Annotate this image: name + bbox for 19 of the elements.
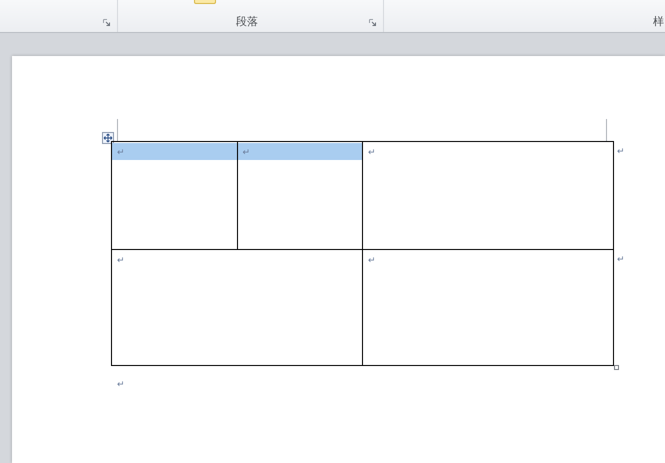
row-end-mark: ↵ xyxy=(617,146,625,156)
paragraph-mark: ↵ xyxy=(117,379,125,389)
table-cell[interactable]: ↵ xyxy=(112,250,362,366)
column-marker[interactable] xyxy=(606,119,607,141)
table-resize-handle-icon[interactable] xyxy=(614,365,619,370)
paragraph-mark: ↵ xyxy=(368,146,376,156)
paragraph-mark: ↵ xyxy=(117,254,125,264)
table-move-handle-icon[interactable] xyxy=(102,132,114,144)
dialog-launcher-icon[interactable] xyxy=(103,19,110,26)
row-end-mark: ↵ xyxy=(617,254,625,264)
group-label: 段落 xyxy=(236,16,258,29)
paragraph-mark: ↵ xyxy=(117,146,125,156)
group-label: 样 xyxy=(653,16,664,29)
table-cell[interactable]: ↵ xyxy=(112,142,237,250)
table-cell[interactable]: ↵ xyxy=(237,142,362,250)
column-marker[interactable] xyxy=(117,119,118,141)
paragraph-mark: ↵ xyxy=(368,254,376,264)
paragraph-mark: ↵ xyxy=(242,146,250,156)
dialog-launcher-icon[interactable] xyxy=(369,19,376,26)
